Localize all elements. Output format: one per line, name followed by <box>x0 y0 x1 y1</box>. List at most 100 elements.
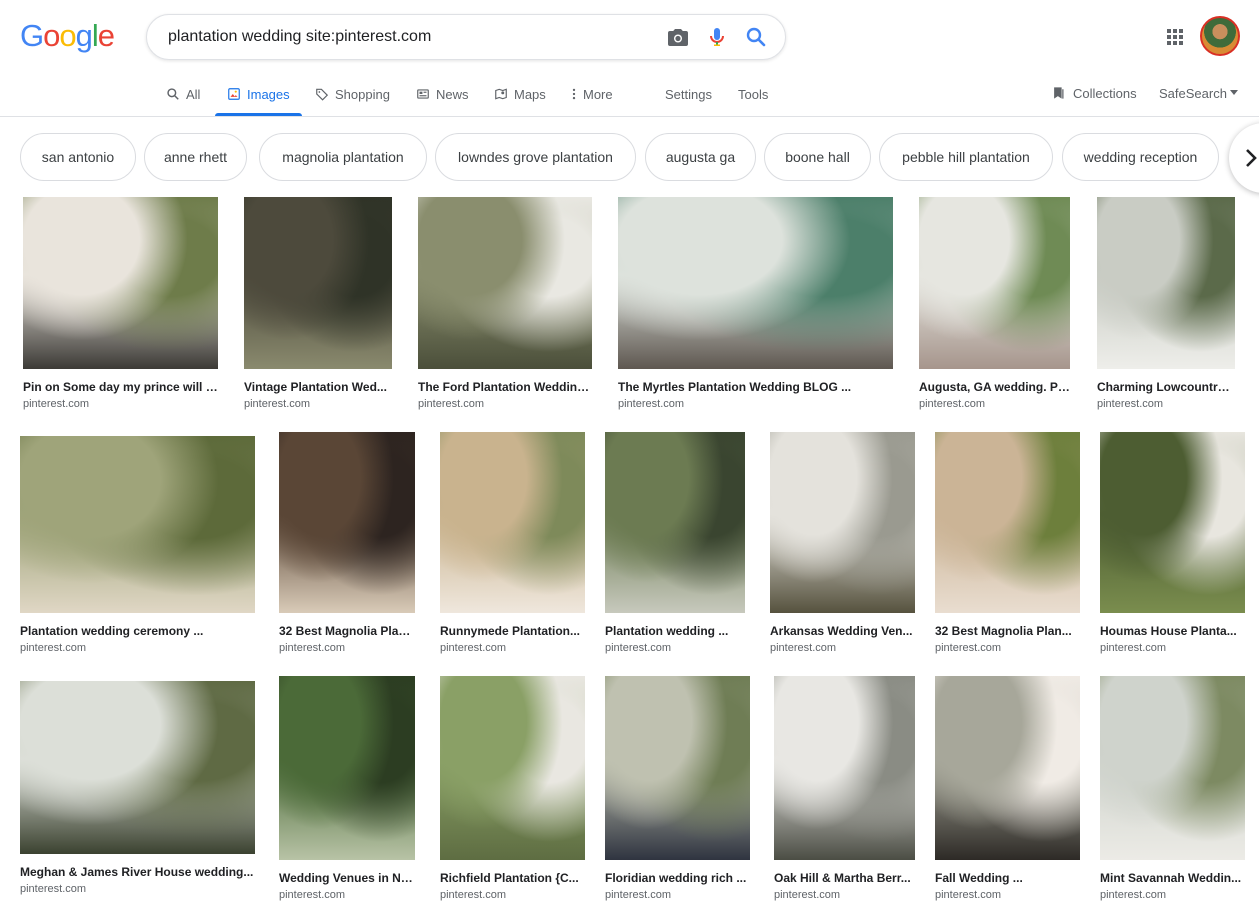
chip-related-search[interactable]: magnolia plantation <box>259 133 427 181</box>
more-vert-icon <box>571 87 577 101</box>
google-logo[interactable]: Google <box>20 18 115 54</box>
result-thumbnail[interactable] <box>23 197 218 369</box>
result-source: pinterest.com <box>1100 642 1167 654</box>
image-result[interactable]: Arkansas Wedding Ven... pinterest.com <box>770 432 915 658</box>
result-thumbnail[interactable] <box>20 681 255 854</box>
image-result[interactable]: Runnymede Plantation... pinterest.com <box>440 432 585 658</box>
image-result[interactable]: Meghan & James River House wedding... pin… <box>20 681 255 899</box>
result-title[interactable]: The Ford Plantation Wedding... <box>418 380 592 394</box>
image-result[interactable]: Charming Lowcountry ... pinterest.com <box>1097 197 1235 414</box>
result-source: pinterest.com <box>20 642 87 654</box>
result-title[interactable]: Plantation wedding ... <box>605 624 745 638</box>
result-thumbnail[interactable] <box>935 676 1080 860</box>
search-icon[interactable] <box>744 25 768 49</box>
result-title[interactable]: Pin on Some day my prince will c... <box>23 380 218 394</box>
result-title[interactable]: Meghan & James River House wedding... <box>20 865 255 879</box>
result-thumbnail[interactable] <box>1097 197 1235 369</box>
header: Google plantation wedding site:pinterest… <box>0 0 1259 117</box>
safesearch-button[interactable]: SafeSearch <box>1159 72 1238 114</box>
result-title[interactable]: Charming Lowcountry ... <box>1097 380 1235 394</box>
result-thumbnail[interactable] <box>1100 432 1245 613</box>
result-thumbnail[interactable] <box>20 436 255 613</box>
result-title[interactable]: Mint Savannah Weddin... <box>1100 871 1245 885</box>
tab-more[interactable]: More <box>571 72 613 116</box>
result-title[interactable]: Richfield Plantation {C... <box>440 871 585 885</box>
apps-grid-icon[interactable] <box>1163 25 1187 49</box>
chip-related-search[interactable]: pebble hill plantation <box>879 133 1053 181</box>
image-result[interactable]: Plantation wedding ... pinterest.com <box>605 432 745 658</box>
result-thumbnail[interactable] <box>919 197 1070 369</box>
image-result[interactable]: Pin on Some day my prince will c... pinte… <box>23 197 218 414</box>
result-thumbnail[interactable] <box>279 432 415 613</box>
result-thumbnail[interactable] <box>774 676 915 860</box>
result-thumbnail[interactable] <box>440 676 585 860</box>
result-title[interactable]: Plantation wedding ceremony ... <box>20 624 255 638</box>
image-result[interactable]: Fall Wedding ... pinterest.com <box>935 676 1080 905</box>
tab-shopping-label: Shopping <box>335 86 390 102</box>
chevron-right-icon <box>1246 149 1257 167</box>
result-title[interactable]: Oak Hill & Martha Berr... <box>774 871 915 885</box>
result-title[interactable]: Houmas House Planta... <box>1100 624 1245 638</box>
chip-related-search[interactable]: augusta ga <box>645 133 756 181</box>
tab-images-label: Images <box>247 86 290 102</box>
result-thumbnail[interactable] <box>1100 676 1245 860</box>
image-result[interactable]: 32 Best Magnolia Plan... pinterest.com <box>279 432 415 658</box>
result-thumbnail[interactable] <box>440 432 585 613</box>
result-title[interactable]: The Myrtles Plantation Wedding BLOG ... <box>618 380 893 394</box>
image-result[interactable]: Wedding Venues in Na... pinterest.com <box>279 676 415 905</box>
image-result[interactable]: 32 Best Magnolia Plan... pinterest.com <box>935 432 1080 658</box>
result-thumbnail[interactable] <box>244 197 392 369</box>
result-thumbnail[interactable] <box>618 197 893 369</box>
tab-tools[interactable]: Tools <box>738 72 768 116</box>
image-result[interactable]: The Myrtles Plantation Wedding BLOG ... p… <box>618 197 893 414</box>
result-title[interactable]: Augusta, GA wedding. Pl... <box>919 380 1070 394</box>
camera-icon[interactable] <box>666 25 690 49</box>
collections-button[interactable]: Collections <box>1051 72 1137 114</box>
image-result[interactable]: Augusta, GA wedding. Pl... pinterest.com <box>919 197 1070 414</box>
tab-shopping[interactable]: Shopping <box>315 72 390 116</box>
tab-maps[interactable]: Maps <box>494 72 546 116</box>
result-title[interactable]: Vintage Plantation Wed... <box>244 380 392 394</box>
result-source: pinterest.com <box>605 889 672 901</box>
result-title[interactable]: Arkansas Wedding Ven... <box>770 624 915 638</box>
result-title[interactable]: 32 Best Magnolia Plan... <box>935 624 1080 638</box>
image-result[interactable]: Mint Savannah Weddin... pinterest.com <box>1100 676 1245 905</box>
tab-all[interactable]: All <box>166 72 200 116</box>
tab-news[interactable]: News <box>416 72 469 116</box>
result-source: pinterest.com <box>935 889 1002 901</box>
chip-related-search[interactable]: san antonio <box>20 133 136 181</box>
tag-icon <box>315 87 329 101</box>
image-result[interactable]: Oak Hill & Martha Berr... pinterest.com <box>774 676 915 905</box>
image-result[interactable]: Richfield Plantation {C... pinterest.com <box>440 676 585 905</box>
search-box[interactable]: plantation wedding site:pinterest.com <box>146 14 786 60</box>
result-thumbnail[interactable] <box>418 197 592 369</box>
image-result[interactable]: Floridian wedding rich ... pinterest.com <box>605 676 750 905</box>
chip-related-search[interactable]: lowndes grove plantation <box>435 133 636 181</box>
result-title[interactable]: Runnymede Plantation... <box>440 624 585 638</box>
result-source: pinterest.com <box>440 889 507 901</box>
collections-label: Collections <box>1073 85 1137 101</box>
tab-images[interactable]: Images <box>215 72 302 116</box>
image-result[interactable]: Vintage Plantation Wed... pinterest.com <box>244 197 392 414</box>
image-result[interactable]: The Ford Plantation Wedding... pinterest.… <box>418 197 592 414</box>
chip-related-search[interactable]: wedding reception <box>1062 133 1219 181</box>
chip-related-search[interactable]: anne rhett <box>144 133 247 181</box>
tab-all-label: All <box>186 86 201 102</box>
image-result[interactable]: Houmas House Planta... pinterest.com <box>1100 432 1245 658</box>
result-title[interactable]: Floridian wedding rich ... <box>605 871 750 885</box>
chips-next-button[interactable] <box>1229 123 1259 193</box>
result-title[interactable]: Fall Wedding ... <box>935 871 1080 885</box>
result-thumbnail[interactable] <box>279 676 415 860</box>
result-thumbnail[interactable] <box>935 432 1080 613</box>
result-title[interactable]: 32 Best Magnolia Plan... <box>279 624 415 638</box>
chip-related-search[interactable]: boone hall <box>764 133 871 181</box>
avatar[interactable] <box>1200 16 1240 56</box>
result-thumbnail[interactable] <box>770 432 915 613</box>
result-title[interactable]: Wedding Venues in Na... <box>279 871 415 885</box>
result-thumbnail[interactable] <box>605 432 745 613</box>
result-thumbnail[interactable] <box>605 676 750 860</box>
tab-settings[interactable]: Settings <box>665 72 712 116</box>
microphone-icon[interactable] <box>705 25 729 49</box>
image-result[interactable]: Plantation wedding ceremony ... pinterest… <box>20 436 255 658</box>
search-input[interactable]: plantation wedding site:pinterest.com <box>168 28 431 46</box>
